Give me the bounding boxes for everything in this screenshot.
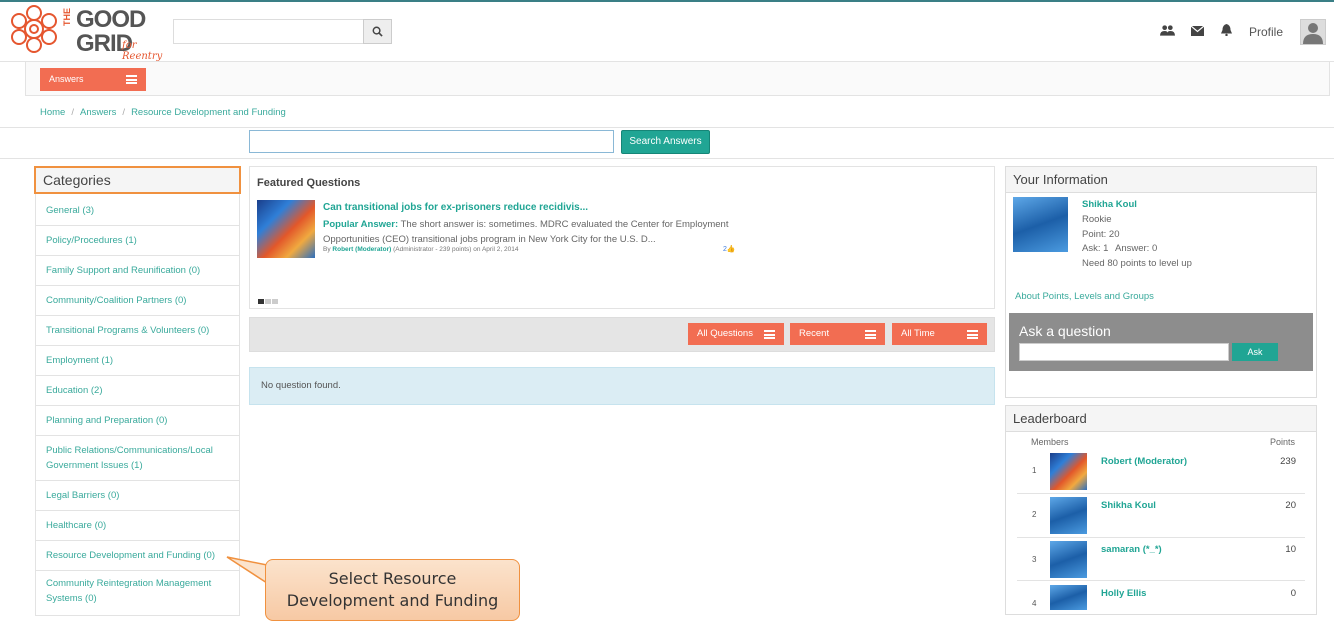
category-item[interactable]: Legal Barriers (0) [35,481,240,511]
member-points: 20 [1285,500,1296,511]
member-avatar[interactable] [1050,453,1087,490]
answers-menu-button[interactable]: Answers [40,68,146,91]
category-item[interactable]: Planning and Preparation (0) [35,406,240,436]
user-name-link[interactable]: Shikha Koul [1082,199,1137,210]
callout-line2: Development and Funding [286,591,499,610]
like-counter[interactable]: 2👍 [723,245,736,253]
member-avatar[interactable] [1050,541,1087,578]
answers-menu-label: Answers [49,74,84,84]
site-logo[interactable]: THE GOOD GRID for Reentry [10,4,170,62]
all-time-dropdown[interactable]: All Time [892,323,987,345]
col-members: Members [1031,437,1069,447]
member-points: 239 [1280,456,1296,467]
rank: 4 [1032,599,1037,608]
breadcrumb-answers[interactable]: Answers [80,107,116,118]
callout-line1: Select Resource [328,569,457,588]
recent-dropdown[interactable]: Recent [790,323,885,345]
member-name-link[interactable]: Shikha Koul [1101,500,1156,511]
user-avatar [1013,197,1068,252]
leaderboard-title: Leaderboard [1006,406,1316,432]
ask-question-input[interactable] [1019,343,1229,361]
sub-nav-bar [25,62,1330,96]
ask-button[interactable]: Ask [1232,343,1278,361]
user-silhouette-icon [1303,23,1323,44]
search-answers-button[interactable]: Search Answers [621,130,710,154]
member-points: 10 [1285,544,1296,555]
profile-link[interactable]: Profile [1249,25,1283,39]
top-search-input[interactable] [173,19,364,44]
user-ask-count: Ask: 1 [1082,243,1109,254]
category-item[interactable]: Public Relations/Communications/Local Go… [35,436,240,481]
member-name-link[interactable]: Robert (Moderator) [1101,456,1187,467]
byline-author-link[interactable]: Robert (Moderator) [332,246,391,253]
user-answer-count: Answer: 0 [1115,243,1158,254]
featured-byline: By Robert (Moderator) (Administrator - 2… [323,246,518,253]
bell-icon[interactable] [1221,24,1232,36]
hamburger-icon [764,330,775,339]
member-avatar[interactable] [1050,585,1087,610]
level-up-text: Need 80 points to level up [1082,258,1192,269]
user-avatar-icon[interactable] [1300,19,1326,45]
thumbs-up-icon: 👍 [726,246,736,253]
ask-question-title: Ask a question [1019,323,1111,339]
users-icon[interactable] [1160,24,1175,37]
rank: 3 [1032,555,1037,564]
featured-title: Featured Questions [257,177,361,189]
categories-title: Categories [34,166,241,194]
featured-question-link[interactable]: Can transitional jobs for ex-prisoners r… [323,202,588,213]
breadcrumb-current[interactable]: Resource Development and Funding [131,107,286,118]
all-questions-label: All Questions [697,328,753,339]
breadcrumb-home[interactable]: Home [40,107,65,118]
carousel-dots[interactable] [258,296,279,307]
answer-search-input[interactable] [249,130,614,153]
logo-tagline: for Reentry [122,40,163,62]
category-item[interactable]: Policy/Procedures (1) [35,226,240,256]
byline-meta: (Administrator - 239 points) on April 2,… [393,246,519,253]
byline-prefix: By [323,246,333,253]
rank: 2 [1032,510,1037,519]
all-questions-dropdown[interactable]: All Questions [688,323,784,345]
member-name-link[interactable]: Holly Ellis [1101,588,1146,599]
category-item[interactable]: Education (2) [35,376,240,406]
search-icon [372,26,383,37]
category-item[interactable]: Transitional Programs & Volunteers (0) [35,316,240,346]
popular-answer: Popular Answer: The short answer is: som… [323,217,743,247]
category-item[interactable]: Healthcare (0) [35,511,240,541]
breadcrumb: Home / Answers / Resource Development and Fu… [40,107,286,118]
top-search-button[interactable] [363,19,392,44]
category-item[interactable]: Community/Coalition Partners (0) [35,286,240,316]
hamburger-icon [865,330,876,339]
user-points: Point: 20 [1082,229,1120,240]
about-points-link[interactable]: About Points, Levels and Groups [1015,291,1154,302]
popular-answer-label: Popular Answer: [323,219,399,230]
recent-label: Recent [799,328,830,339]
instruction-callout: Select Resource Development and Funding [265,559,520,621]
category-item[interactable]: General (3) [35,196,240,226]
col-points: Points [1270,437,1296,447]
mail-icon[interactable] [1191,26,1204,36]
category-item-resource-development[interactable]: Resource Development and Funding (0) [35,541,240,571]
rank: 1 [1032,466,1037,475]
member-name-link[interactable]: samaran (*_*) [1101,544,1162,555]
category-item[interactable]: Community Reintegration Management Syste… [35,571,240,611]
category-item[interactable]: Employment (1) [35,346,240,376]
ask-question-box [1009,313,1313,371]
category-item[interactable]: Family Support and Reunification (0) [35,256,240,286]
featured-question-image [257,200,315,258]
your-information-title: Your Information [1006,167,1316,193]
member-points: 0 [1290,588,1296,599]
all-time-label: All Time [901,328,935,339]
hamburger-icon [126,75,137,84]
logo-the: THE [62,8,72,26]
hamburger-icon [967,330,978,339]
no-question-message: No question found. [249,367,995,405]
user-rank: Rookie [1082,214,1112,225]
member-avatar[interactable] [1050,497,1087,534]
flower-logo-icon [11,5,57,53]
